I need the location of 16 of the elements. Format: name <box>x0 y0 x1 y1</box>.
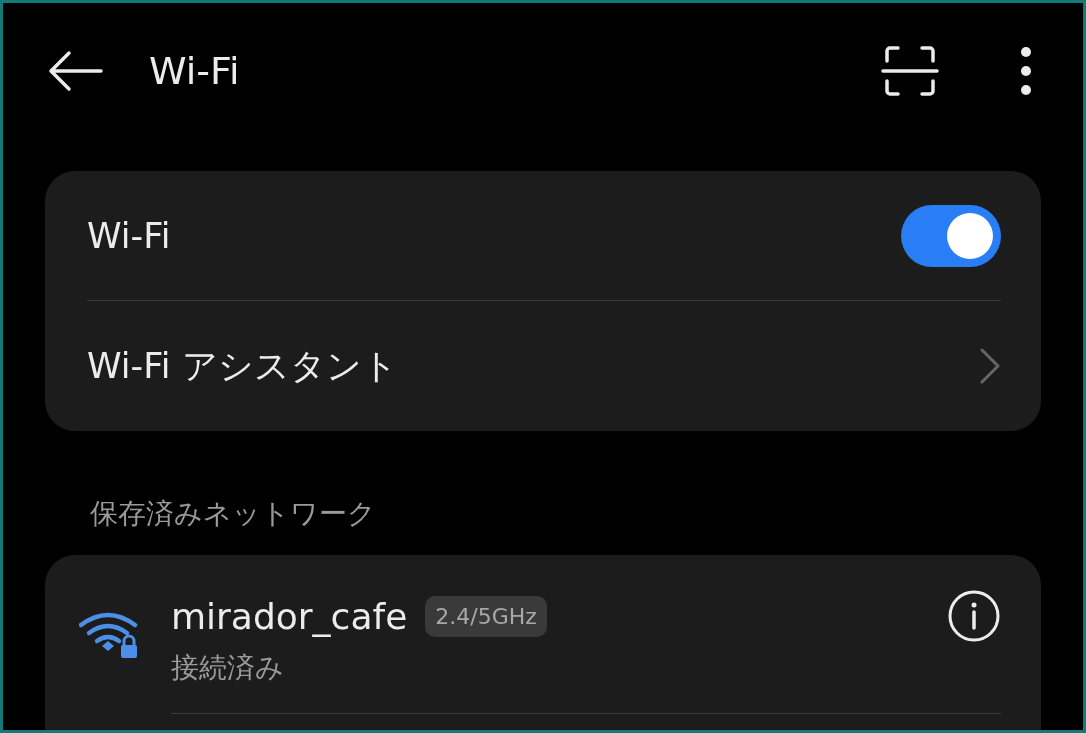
back-button[interactable] <box>47 50 103 92</box>
network-name: mirador_cafe <box>171 595 408 637</box>
scan-icon <box>881 45 939 97</box>
band-tag: 2.4/5GHz <box>425 595 547 637</box>
more-icon <box>1019 46 1033 96</box>
chevron-right-icon <box>979 348 1001 384</box>
back-arrow-icon <box>47 50 103 92</box>
connection-status: 接続済み <box>171 650 285 686</box>
info-icon <box>947 589 1001 643</box>
more-button[interactable] <box>1019 46 1033 96</box>
setting-label: Wi-Fi <box>87 215 171 256</box>
setting-label: Wi-Fi アシスタント <box>87 344 398 388</box>
info-button[interactable] <box>947 589 1001 643</box>
section-heading: 保存済みネットワーク <box>89 496 377 532</box>
scan-button[interactable] <box>881 45 939 97</box>
page-title: Wi-Fi <box>149 49 241 93</box>
